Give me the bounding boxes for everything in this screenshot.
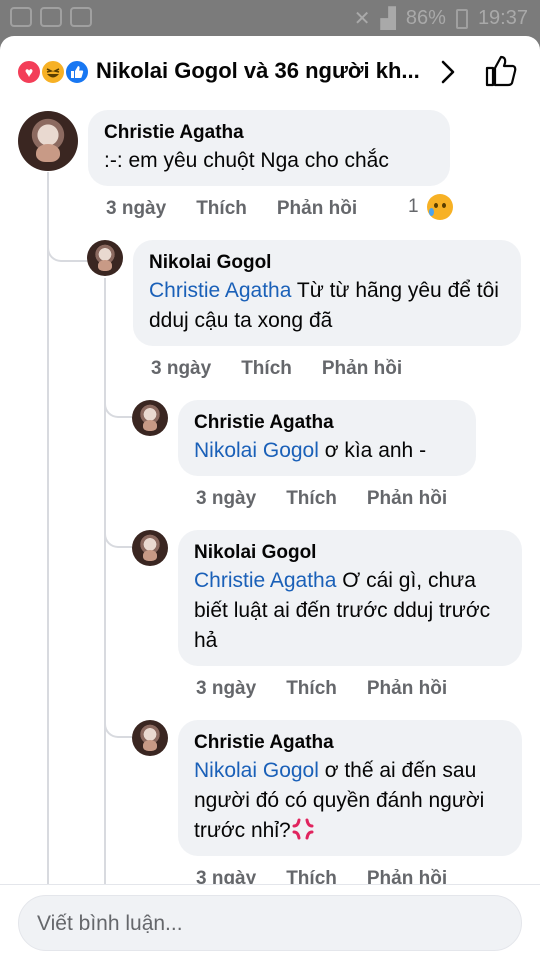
sad-reaction-icon	[426, 194, 453, 220]
avatar[interactable]	[132, 530, 168, 566]
anger-emoji-icon	[292, 818, 314, 840]
thread-connector	[47, 246, 87, 262]
chevron-right-icon[interactable]	[437, 60, 459, 84]
like-button[interactable]: Thích	[286, 488, 337, 510]
app-notification-icon	[10, 7, 32, 27]
comment-actions: 3 ngày Thích Phản hồi	[196, 678, 447, 700]
comment-author[interactable]: Christie Agatha	[104, 120, 436, 146]
reply-button[interactable]: Phản hồi	[322, 358, 402, 380]
comment-time[interactable]: 3 ngày	[151, 358, 211, 380]
thread-connector	[104, 716, 132, 738]
reaction-icons: ♥	[16, 59, 94, 85]
reactions-header[interactable]: ♥ Nikolai Gogol và 36 người kh...	[0, 36, 540, 106]
comment-author[interactable]: Nikolai Gogol	[149, 250, 507, 276]
comment-bubble[interactable]: Nikolai Gogol Christie Agatha Từ từ hãng…	[133, 240, 521, 346]
like-outline-icon[interactable]	[484, 54, 518, 88]
comment-text: :-: em yêu chuột Nga cho chắc	[104, 149, 389, 172]
mention-link[interactable]: Christie Agatha	[149, 279, 291, 302]
comment-actions: 3 ngày Thích Phản hồi	[106, 198, 357, 220]
battery-percent: 86%	[405, 7, 446, 29]
comment-bubble[interactable]: Nikolai Gogol Christie Agatha Ơ cái gì, …	[178, 530, 522, 666]
comment-time[interactable]: 3 ngày	[196, 488, 256, 510]
reply-button[interactable]: Phản hồi	[367, 678, 447, 700]
love-icon: ♥	[16, 59, 42, 85]
like-button[interactable]: Thích	[196, 198, 247, 220]
thread-line	[104, 278, 106, 892]
clock: 19:37	[477, 7, 528, 29]
like-button[interactable]: Thích	[286, 678, 337, 700]
thread-connector	[104, 526, 132, 548]
comment-composer-bar: Viết bình luận...	[0, 884, 540, 960]
mention-link[interactable]: Nikolai Gogol	[194, 439, 319, 462]
avatar[interactable]	[132, 720, 168, 756]
status-right: ✕ ▟ 86% 19:37	[354, 6, 528, 31]
app-notification-icon	[40, 7, 62, 27]
comment-text: Nikolai Gogol ơ thế ai đến sau người đó …	[194, 756, 508, 846]
mention-link[interactable]: Nikolai Gogol	[194, 759, 319, 782]
comment-time[interactable]: 3 ngày	[106, 198, 166, 220]
reply-button[interactable]: Phản hồi	[367, 488, 447, 510]
comment-input[interactable]: Viết bình luận...	[18, 895, 522, 951]
like-button[interactable]: Thích	[241, 358, 292, 380]
comment-text: Christie Agatha Từ từ hãng yêu để tôi dd…	[149, 276, 507, 336]
comment-time[interactable]: 3 ngày	[196, 678, 256, 700]
comment-body: ơ kìa anh -	[318, 439, 427, 462]
thread-connector	[104, 396, 132, 418]
mute-icon: ✕	[353, 8, 371, 30]
signal-icon: ▟	[380, 8, 396, 30]
thread-line	[47, 172, 49, 892]
comment-author[interactable]: Nikolai Gogol	[194, 540, 508, 566]
reactors-title[interactable]: Nikolai Gogol và 36 người kh...	[96, 58, 420, 84]
comment-author[interactable]: Christie Agatha	[194, 410, 462, 436]
comments-sheet: ♥ Nikolai Gogol và 36 người kh... Christ…	[0, 36, 540, 960]
comment-actions: 3 ngày Thích Phản hồi	[196, 488, 447, 510]
status-left-icons	[10, 7, 92, 27]
app-notification-icon	[70, 7, 92, 27]
status-bar: ✕ ▟ 86% 19:37	[0, 0, 540, 36]
battery-icon	[455, 8, 468, 29]
comment-text: Nikolai Gogol ơ kìa anh -	[194, 436, 462, 466]
avatar[interactable]	[18, 111, 78, 171]
comment-bubble[interactable]: Christie Agatha Nikolai Gogol ơ kìa anh …	[178, 400, 476, 476]
haha-icon	[40, 59, 66, 85]
mention-link[interactable]: Christie Agatha	[194, 569, 336, 592]
comment-bubble[interactable]: Christie Agatha Nikolai Gogol ơ thế ai đ…	[178, 720, 522, 856]
avatar[interactable]	[87, 240, 123, 276]
like-icon	[64, 59, 90, 85]
comment-text: Christie Agatha Ơ cái gì, chưa biết luật…	[194, 566, 508, 656]
reaction-count: 1	[408, 196, 419, 217]
comment-bubble[interactable]: Christie Agatha :-: em yêu chuột Nga cho…	[88, 110, 450, 186]
reply-button[interactable]: Phản hồi	[277, 198, 357, 220]
comment-author[interactable]: Christie Agatha	[194, 730, 508, 756]
comment-reactions[interactable]: 1	[408, 194, 453, 220]
avatar[interactable]	[132, 400, 168, 436]
comment-actions: 3 ngày Thích Phản hồi	[151, 358, 402, 380]
